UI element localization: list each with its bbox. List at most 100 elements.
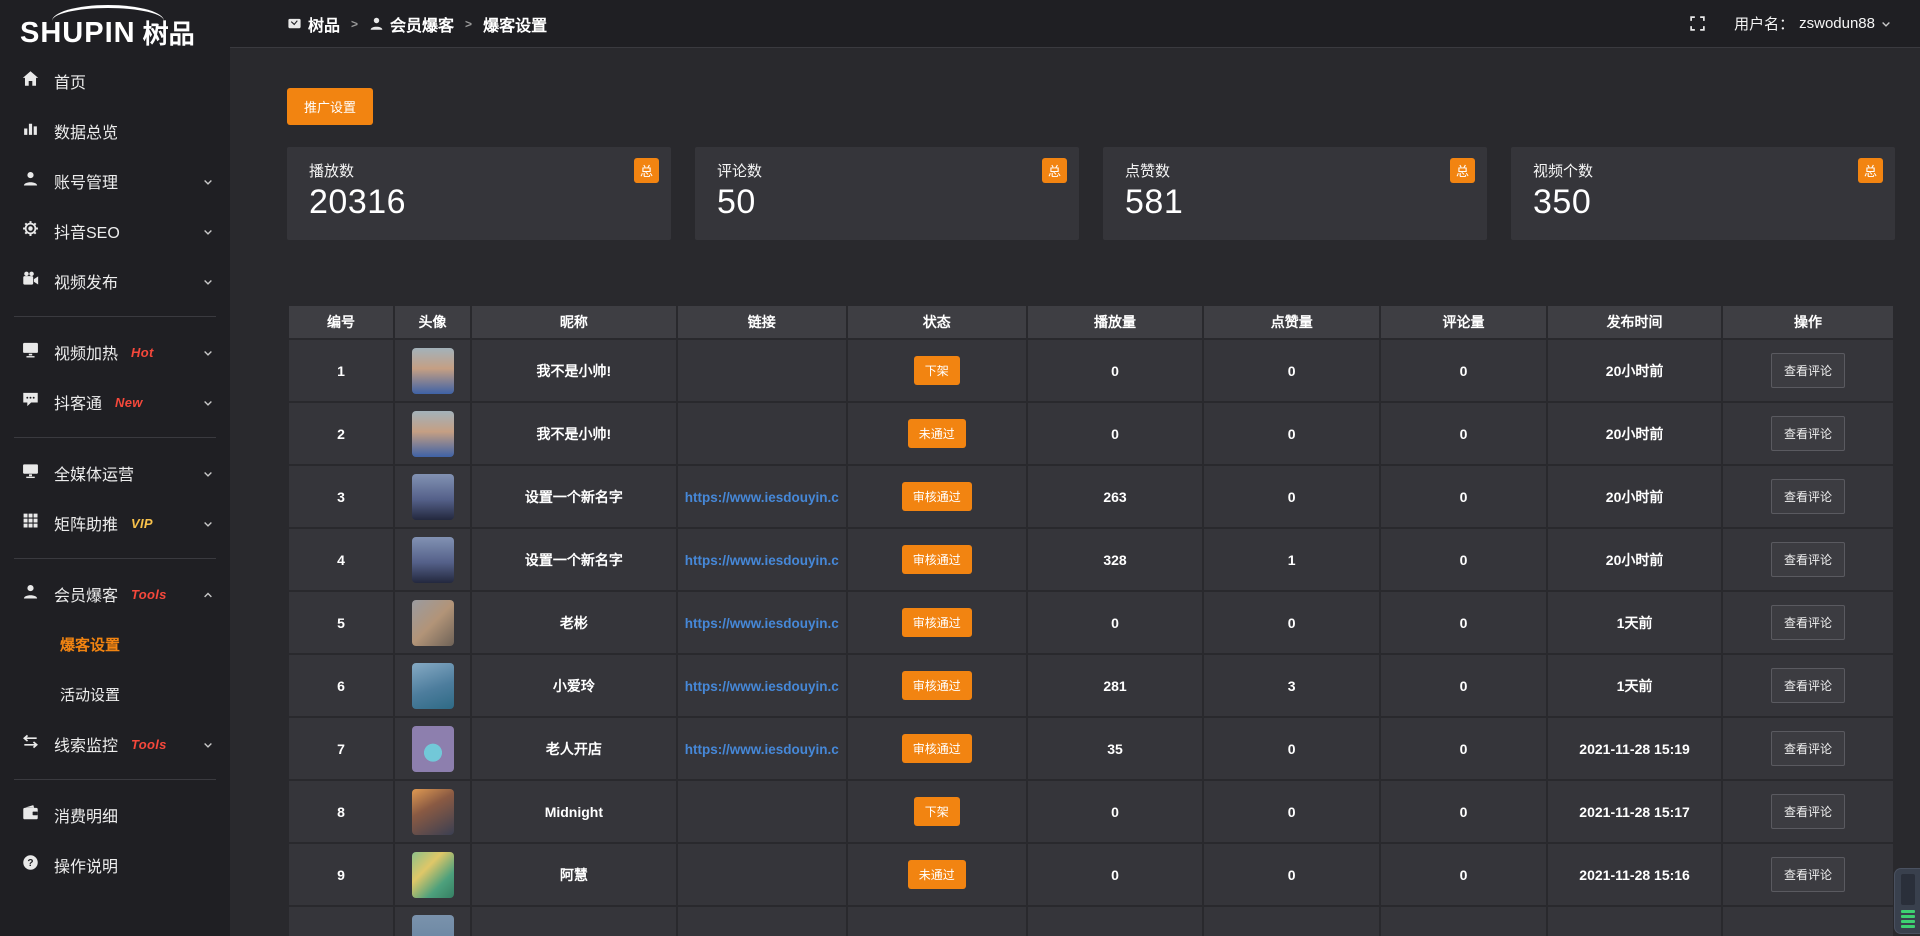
table-header-row: 编号头像昵称链接状态播放量点赞量评论量发布时间操作 xyxy=(288,305,1894,339)
sidebar-item-data-overview[interactable]: 数据总览 xyxy=(0,106,230,156)
view-comments-button[interactable]: 查看评论 xyxy=(1771,668,1845,703)
sidebar-item-label: 抖客通 xyxy=(54,390,102,414)
view-comments-button[interactable]: 查看评论 xyxy=(1771,857,1845,892)
cell-plays: 328 xyxy=(1027,528,1204,591)
avatar xyxy=(412,537,454,583)
view-comments-button[interactable]: 查看评论 xyxy=(1771,794,1845,829)
chevron-down-icon xyxy=(202,346,214,358)
view-comments-button[interactable]: 查看评论 xyxy=(1771,416,1845,451)
sidebar-item-operation-guide[interactable]: ?操作说明 xyxy=(0,840,230,890)
view-comments-button[interactable]: 查看评论 xyxy=(1771,542,1845,577)
sidebar-menu: 首页数据总览账号管理抖音SEO视频发布视频加热Hot抖客通New 全媒体运营矩阵助… xyxy=(0,52,230,890)
stat-card-value: 50 xyxy=(717,183,1079,222)
video-link[interactable]: https://www.iesdouyin.c xyxy=(685,616,839,631)
total-badge: 总 xyxy=(634,158,659,183)
column-header: 编号 xyxy=(288,305,394,339)
video-link[interactable]: https://www.iesdouyin.c xyxy=(685,679,839,694)
column-header: 点赞量 xyxy=(1203,305,1380,339)
video-icon xyxy=(22,270,39,287)
status-badge: 审核通过 xyxy=(902,608,972,637)
table-row: 4设置一个新名字https://www.iesdouyin.c审核通过32810… xyxy=(288,528,1894,591)
cell-avatar xyxy=(394,591,471,654)
video-link[interactable]: https://www.iesdouyin.c xyxy=(685,490,839,505)
stat-card-label: 视频个数 xyxy=(1533,160,1895,181)
sidebar-item-account-management[interactable]: 账号管理 xyxy=(0,156,230,206)
logo[interactable]: SHUPIN 树品 xyxy=(0,0,230,52)
sidebar-divider xyxy=(14,316,216,317)
cell-time: 20小时前 xyxy=(1547,528,1722,591)
floating-widget-bar xyxy=(1901,910,1915,913)
table-row: 3设置一个新名字https://www.iesdouyin.c审核通过26300… xyxy=(288,465,1894,528)
floating-widget-screen xyxy=(1901,874,1915,905)
video-link[interactable]: https://www.iesdouyin.c xyxy=(685,553,839,568)
chevron-down-icon xyxy=(202,175,214,187)
cell-time: 2021-11-28 15:19 xyxy=(1547,717,1722,780)
cell-comments: 0 xyxy=(1380,717,1547,780)
cell-status: 审核通过 xyxy=(847,465,1027,528)
breadcrumb-item-baoke-settings[interactable]: 爆客设置 xyxy=(483,12,547,36)
total-badge: 总 xyxy=(1450,158,1475,183)
cell-time: 2021-11-28 15:17 xyxy=(1547,780,1722,843)
sidebar-item-member-baoke[interactable]: 会员爆客Tools xyxy=(0,569,230,619)
grid-icon xyxy=(22,512,39,529)
avatar xyxy=(412,789,454,835)
cell-status: 下架 xyxy=(847,780,1027,843)
cell-plays: 35 xyxy=(1027,717,1204,780)
sidebar-item-video-publish[interactable]: 视频发布 xyxy=(0,256,230,306)
column-header: 评论量 xyxy=(1380,305,1547,339)
floating-widget[interactable] xyxy=(1894,868,1920,934)
view-comments-button[interactable]: 查看评论 xyxy=(1771,479,1845,514)
sidebar-subitem-activity-settings[interactable]: 活动设置 xyxy=(0,669,230,719)
promo-settings-button[interactable]: 推广设置 xyxy=(287,88,373,125)
stat-card-value: 20316 xyxy=(309,183,671,222)
video-link[interactable]: https://www.iesdouyin.c xyxy=(685,742,839,757)
column-header: 播放量 xyxy=(1027,305,1204,339)
sidebar-item-video-heat[interactable]: 视频加热Hot xyxy=(0,327,230,377)
breadcrumb-item-shupin[interactable]: 树品 xyxy=(287,12,340,36)
sidebar-item-badge: VIP xyxy=(131,516,153,531)
sidebar-item-label: 数据总览 xyxy=(54,119,118,143)
sidebar-item-home[interactable]: 首页 xyxy=(0,56,230,106)
fullscreen-icon[interactable] xyxy=(1689,15,1706,32)
view-comments-button[interactable]: 查看评论 xyxy=(1771,605,1845,640)
cell-likes: 0 xyxy=(1203,717,1380,780)
cell-avatar xyxy=(394,843,471,906)
cell-actions: 查看评论 xyxy=(1722,339,1894,402)
cell-actions: 查看评论 xyxy=(1722,402,1894,465)
cell-avatar xyxy=(394,339,471,402)
home-icon xyxy=(22,70,39,87)
app-icon xyxy=(287,16,302,31)
cell-avatar xyxy=(394,402,471,465)
sidebar-item-douyin-seo[interactable]: 抖音SEO xyxy=(0,206,230,256)
floating-widget-bar xyxy=(1901,925,1915,928)
cell-likes: 1 xyxy=(1203,528,1380,591)
logo-text-en: SHUPIN xyxy=(20,19,136,48)
breadcrumb-item-member-baoke[interactable]: 会员爆客 xyxy=(369,12,454,36)
sidebar-item-label: 线索监控 xyxy=(54,732,118,756)
sidebar-item-all-media-operation[interactable]: 全媒体运营 xyxy=(0,448,230,498)
cell-link: https://www.iesdouyin.c xyxy=(677,465,847,528)
view-comments-button[interactable]: 查看评论 xyxy=(1771,731,1845,766)
column-header: 链接 xyxy=(677,305,847,339)
floating-widget-bar xyxy=(1901,915,1915,918)
sidebar-item-clue-monitor[interactable]: 线索监控Tools xyxy=(0,719,230,769)
chevron-down-icon xyxy=(202,467,214,479)
cell-link: https://www.iesdouyin.c xyxy=(677,654,847,717)
sidebar-divider xyxy=(14,558,216,559)
sidebar-item-douketong[interactable]: 抖客通New xyxy=(0,377,230,427)
sidebar-item-consume-detail[interactable]: 消费明细 xyxy=(0,790,230,840)
cell-plays: 0 xyxy=(1027,339,1204,402)
sidebar-subitem-baoke-settings[interactable]: 爆客设置 xyxy=(0,619,230,669)
cell-id: 5 xyxy=(288,591,394,654)
cell-likes: 0 xyxy=(1203,402,1380,465)
breadcrumb-label: 会员爆客 xyxy=(390,12,454,36)
cell-status: 审核通过 xyxy=(847,717,1027,780)
cell-nickname: Midnight xyxy=(471,780,677,843)
user-menu[interactable]: 用户名：zswodun88 xyxy=(1734,13,1892,34)
stat-card-plays: 播放数20316总 xyxy=(287,147,671,240)
view-comments-button[interactable]: 查看评论 xyxy=(1771,353,1845,388)
sidebar-item-matrix-boost[interactable]: 矩阵助推VIP xyxy=(0,498,230,548)
breadcrumb-separator: > xyxy=(465,17,472,31)
cell-avatar xyxy=(394,465,471,528)
avatar xyxy=(412,663,454,709)
